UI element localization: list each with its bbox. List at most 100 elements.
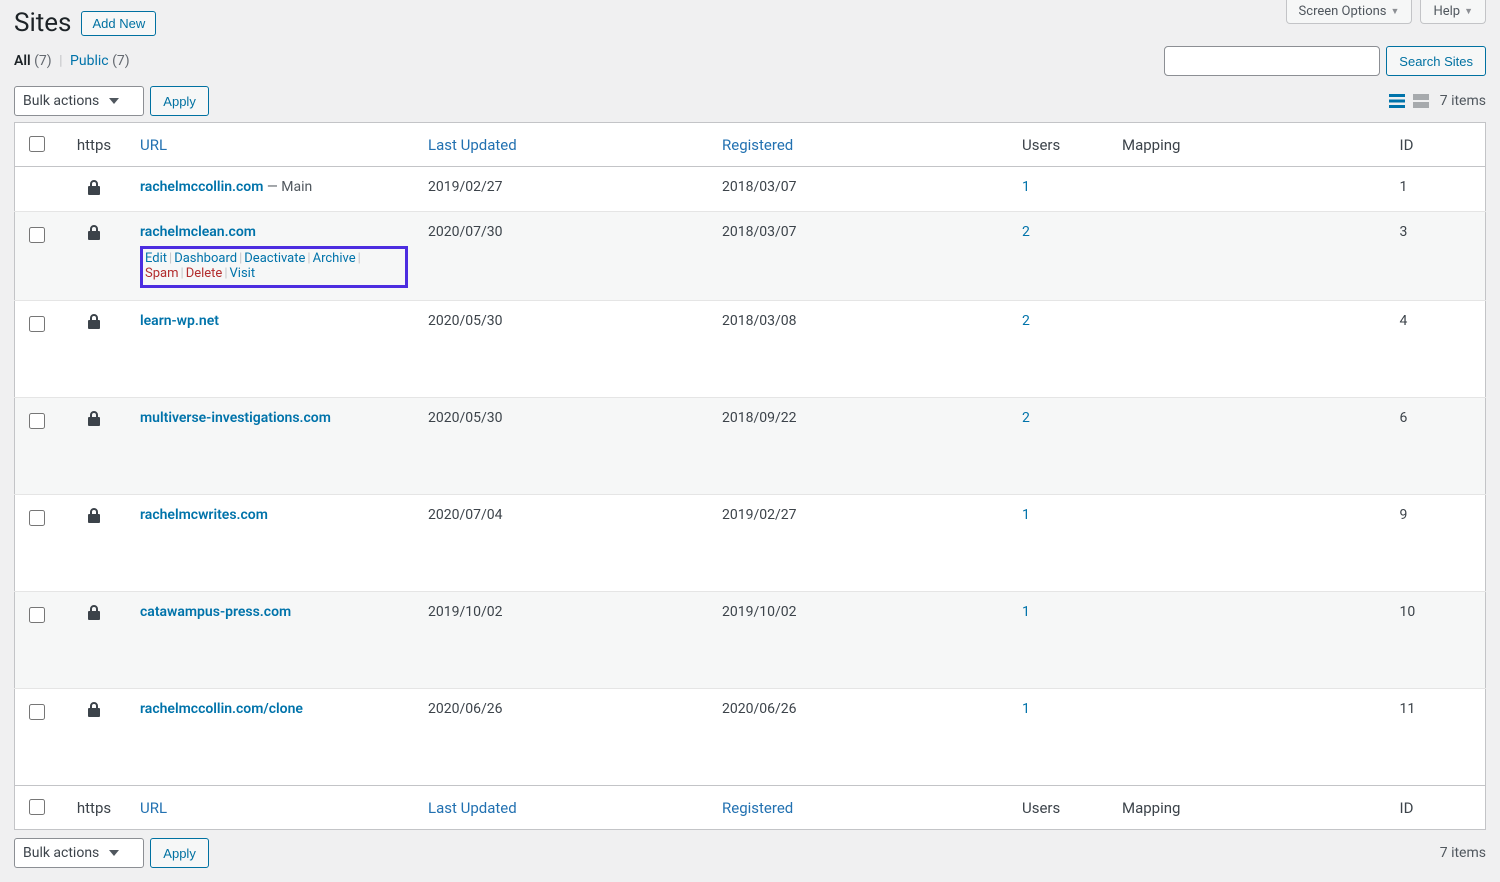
main-site-label: — Main bbox=[267, 179, 312, 195]
row-checkbox[interactable] bbox=[29, 510, 45, 526]
cell-mapping bbox=[1112, 592, 1390, 689]
view-list-icon[interactable] bbox=[1386, 90, 1408, 112]
chevron-down-icon bbox=[109, 98, 119, 104]
apply-button[interactable]: Apply bbox=[150, 86, 209, 116]
help-button[interactable]: Help ▼ bbox=[1420, 0, 1486, 24]
view-excerpt-icon[interactable] bbox=[1410, 90, 1432, 112]
users-link[interactable]: 1 bbox=[1022, 604, 1030, 620]
lock-icon bbox=[87, 313, 101, 329]
cell-registered: 2018/03/08 bbox=[712, 301, 1012, 398]
cell-id: 11 bbox=[1390, 689, 1486, 786]
filter-public[interactable]: Public bbox=[70, 53, 109, 69]
view-switch bbox=[1386, 90, 1432, 112]
select-all-checkbox-bottom[interactable] bbox=[29, 799, 45, 815]
cell-id: 6 bbox=[1390, 398, 1486, 495]
column-https: https bbox=[58, 123, 130, 167]
table-footer-row: https URL Last Updated Registered Users … bbox=[15, 786, 1486, 830]
users-link[interactable]: 2 bbox=[1022, 410, 1030, 426]
row-checkbox[interactable] bbox=[29, 607, 45, 623]
lock-icon bbox=[87, 604, 101, 620]
column-id: ID bbox=[1390, 786, 1486, 830]
cell-last-updated: 2020/05/30 bbox=[418, 398, 712, 495]
column-registered[interactable]: Registered bbox=[712, 786, 1012, 830]
chevron-down-icon bbox=[109, 850, 119, 856]
table-row: catawampus-press.com2019/10/022019/10/02… bbox=[15, 592, 1486, 689]
search-button[interactable]: Search Sites bbox=[1386, 46, 1486, 76]
column-url[interactable]: URL bbox=[130, 786, 418, 830]
site-url-link[interactable]: multiverse-investigations.com bbox=[140, 410, 331, 426]
users-link[interactable]: 1 bbox=[1022, 701, 1030, 717]
row-checkbox[interactable] bbox=[29, 413, 45, 429]
row-checkbox[interactable] bbox=[29, 227, 45, 243]
action-visit[interactable]: Visit bbox=[230, 266, 256, 281]
bulk-actions-select[interactable]: Bulk actions bbox=[14, 86, 144, 116]
row-checkbox[interactable] bbox=[29, 316, 45, 332]
lock-icon bbox=[87, 701, 101, 717]
bulk-actions-label: Bulk actions bbox=[23, 93, 99, 109]
cell-mapping bbox=[1112, 689, 1390, 786]
column-users: Users bbox=[1012, 786, 1112, 830]
action-spam[interactable]: Spam bbox=[145, 266, 179, 281]
column-last-updated[interactable]: Last Updated bbox=[418, 123, 712, 167]
users-link[interactable]: 2 bbox=[1022, 313, 1030, 329]
table-row: rachelmclean.comEdit|Dashboard|Deactivat… bbox=[15, 212, 1486, 301]
filter-public-count: (7) bbox=[112, 53, 130, 69]
cell-registered: 2018/03/07 bbox=[712, 212, 1012, 301]
cell-id: 1 bbox=[1390, 167, 1486, 212]
page-title: Sites bbox=[14, 8, 71, 38]
cell-mapping bbox=[1112, 167, 1390, 212]
screen-options-button[interactable]: Screen Options ▼ bbox=[1286, 0, 1413, 24]
cell-id: 9 bbox=[1390, 495, 1486, 592]
cell-last-updated: 2019/02/27 bbox=[418, 167, 712, 212]
filter-links: All (7) | Public (7) bbox=[14, 53, 130, 69]
site-url-link[interactable]: learn-wp.net bbox=[140, 313, 219, 329]
column-users: Users bbox=[1012, 123, 1112, 167]
bulk-actions-label: Bulk actions bbox=[23, 845, 99, 861]
column-registered[interactable]: Registered bbox=[712, 123, 1012, 167]
site-url-link[interactable]: rachelmccollin.com/clone bbox=[140, 701, 303, 717]
chevron-down-icon: ▼ bbox=[1464, 6, 1473, 17]
site-url-link[interactable]: catawampus-press.com bbox=[140, 604, 291, 620]
site-url-link[interactable]: rachelmccollin.com bbox=[140, 179, 263, 195]
users-link[interactable]: 1 bbox=[1022, 507, 1030, 523]
action-delete[interactable]: Delete bbox=[186, 266, 223, 281]
column-last-updated[interactable]: Last Updated bbox=[418, 786, 712, 830]
cell-last-updated: 2020/05/30 bbox=[418, 301, 712, 398]
search-input[interactable] bbox=[1164, 46, 1380, 76]
table-header-row: https URL Last Updated Registered Users … bbox=[15, 123, 1486, 167]
add-new-button[interactable]: Add New bbox=[81, 11, 156, 36]
cell-id: 10 bbox=[1390, 592, 1486, 689]
table-row: learn-wp.net2020/05/302018/03/0824 bbox=[15, 301, 1486, 398]
table-row: rachelmccollin.com — Main2019/02/272018/… bbox=[15, 167, 1486, 212]
site-url-link[interactable]: rachelmcwrites.com bbox=[140, 507, 268, 523]
lock-icon bbox=[87, 224, 101, 240]
row-checkbox[interactable] bbox=[29, 704, 45, 720]
apply-button-bottom[interactable]: Apply bbox=[150, 838, 209, 868]
action-edit[interactable]: Edit bbox=[145, 251, 167, 266]
lock-icon bbox=[87, 410, 101, 426]
filter-all[interactable]: All bbox=[14, 53, 31, 69]
column-url[interactable]: URL bbox=[130, 123, 418, 167]
action-deactivate[interactable]: Deactivate bbox=[244, 251, 305, 266]
select-all-checkbox[interactable] bbox=[29, 136, 45, 152]
cell-mapping bbox=[1112, 212, 1390, 301]
column-id: ID bbox=[1390, 123, 1486, 167]
users-link[interactable]: 2 bbox=[1022, 224, 1030, 240]
table-row: rachelmcwrites.com2020/07/042019/02/2719 bbox=[15, 495, 1486, 592]
pagination-items-bottom: 7 items bbox=[1440, 845, 1486, 861]
pagination-items: 7 items bbox=[1440, 93, 1486, 109]
bulk-actions-select-bottom[interactable]: Bulk actions bbox=[14, 838, 144, 868]
screen-options-label: Screen Options bbox=[1299, 4, 1387, 19]
cell-mapping bbox=[1112, 495, 1390, 592]
lock-icon bbox=[87, 507, 101, 523]
cell-mapping bbox=[1112, 398, 1390, 495]
action-dashboard[interactable]: Dashboard bbox=[174, 251, 237, 266]
cell-registered: 2020/06/26 bbox=[712, 689, 1012, 786]
users-link[interactable]: 1 bbox=[1022, 179, 1030, 195]
site-url-link[interactable]: rachelmclean.com bbox=[140, 224, 256, 240]
cell-last-updated: 2020/07/04 bbox=[418, 495, 712, 592]
column-mapping: Mapping bbox=[1112, 786, 1390, 830]
cell-mapping bbox=[1112, 301, 1390, 398]
action-archive[interactable]: Archive bbox=[313, 251, 356, 266]
column-mapping: Mapping bbox=[1112, 123, 1390, 167]
